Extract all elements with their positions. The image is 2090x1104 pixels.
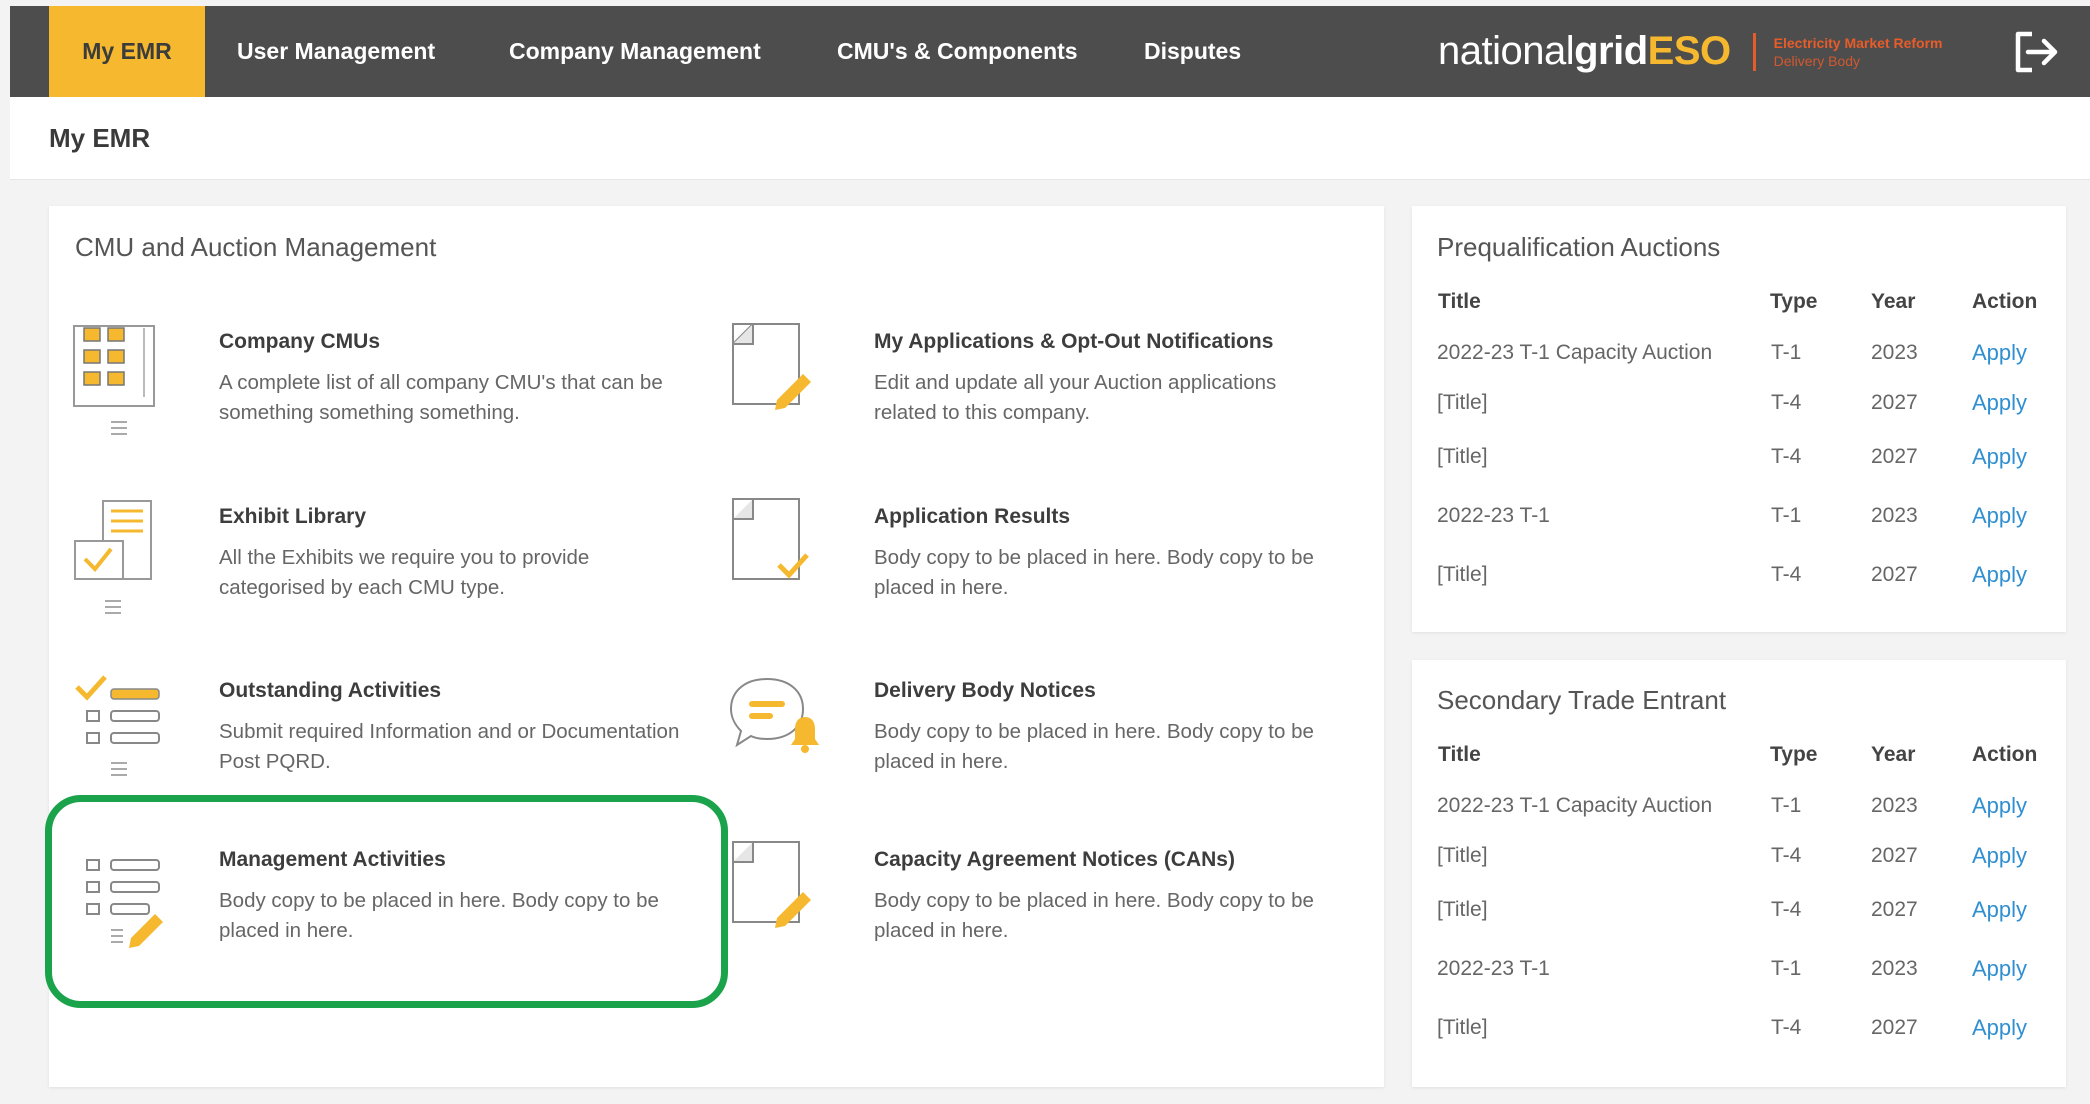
- apply-link[interactable]: Apply: [1972, 444, 2027, 470]
- tile-title: Application Results: [874, 505, 1071, 528]
- cell-year: 2027: [1871, 445, 1918, 468]
- prequal-card-title: Prequalification Auctions: [1437, 232, 1721, 262]
- document-edit-icon: [727, 840, 823, 950]
- top-nav: My EMR User Management Company Managemen…: [10, 6, 2090, 97]
- cell-type: T-1: [1771, 957, 1802, 980]
- cell-type: T-1: [1771, 504, 1802, 527]
- cell-type: T-1: [1771, 794, 1802, 817]
- apply-link[interactable]: Apply: [1972, 897, 2027, 923]
- tile-description: A complete list of all company CMU's tha…: [219, 371, 663, 424]
- cell-type: T-4: [1771, 1016, 1802, 1039]
- tile-title: Management Activities: [219, 848, 446, 871]
- tile-title: My Applications & Opt-Out Notifications: [874, 330, 1274, 353]
- tile-description: Body copy to be placed in here. Body cop…: [219, 889, 659, 942]
- apply-link[interactable]: Apply: [1972, 340, 2027, 366]
- cell-type: T-4: [1771, 445, 1802, 468]
- nav-my-emr[interactable]: My EMR: [49, 6, 205, 97]
- cmu-card-title: CMU and Auction Management: [75, 232, 437, 262]
- tile-description: Body copy to be placed in here. Body cop…: [874, 889, 1314, 942]
- cell-type: T-4: [1771, 563, 1802, 586]
- nav-user-management[interactable]: User Management: [237, 6, 435, 97]
- cell-year: 2023: [1871, 794, 1918, 817]
- column-header-type: Type: [1770, 290, 1818, 313]
- apply-link[interactable]: Apply: [1972, 793, 2027, 819]
- logo-text-national: national: [1438, 29, 1575, 73]
- document-edit-icon: [727, 322, 823, 432]
- notice-chat-icon: [727, 671, 823, 781]
- logo-text-grid: grid: [1574, 29, 1648, 73]
- cell-title: [Title]: [1437, 391, 1488, 414]
- tile-title: Outstanding Activities: [219, 679, 442, 702]
- nav-disputes[interactable]: Disputes: [1144, 6, 1241, 97]
- cell-title: 2022-23 T-1 Capacity Auction: [1437, 794, 1713, 817]
- column-header-year: Year: [1871, 743, 1916, 766]
- apply-link[interactable]: Apply: [1972, 562, 2027, 588]
- cell-title: 2022-23 T-1: [1437, 504, 1550, 527]
- checklist-icon: [71, 671, 167, 781]
- tile-title: Delivery Body Notices: [874, 679, 1096, 702]
- logo-divider: [1752, 32, 1756, 71]
- cell-type: T-4: [1771, 391, 1802, 414]
- cell-title: [Title]: [1437, 563, 1488, 586]
- grid-list-icon: [71, 322, 167, 435]
- document-check-icon: [727, 497, 823, 607]
- cell-type: T-4: [1771, 844, 1802, 867]
- prequalification-auctions-card: [1412, 206, 2066, 632]
- column-header-title: Title: [1438, 290, 1481, 313]
- apply-link[interactable]: Apply: [1972, 503, 2027, 529]
- cell-title: [Title]: [1437, 445, 1488, 468]
- cell-year: 2023: [1871, 341, 1918, 364]
- column-header-action: Action: [1972, 290, 2038, 313]
- logo-subtitle: Electricity Market Reform: [1773, 34, 1943, 51]
- exhibit-library-icon: [71, 497, 167, 614]
- cell-year: 2027: [1871, 563, 1918, 586]
- cell-year: 2023: [1871, 504, 1918, 527]
- tile-description: Edit and update all your Auction applica…: [874, 371, 1277, 424]
- logo-subtitle-2: Delivery Body: [1773, 52, 1861, 69]
- column-header-year: Year: [1871, 290, 1916, 313]
- cell-year: 2027: [1871, 391, 1918, 414]
- secondary-card-title: Secondary Trade Entrant: [1437, 685, 1727, 715]
- cell-year: 2027: [1871, 898, 1918, 921]
- cell-type: T-4: [1771, 898, 1802, 921]
- tile-description: Body copy to be placed in here. Body cop…: [874, 720, 1314, 773]
- cell-year: 2027: [1871, 844, 1918, 867]
- secondary-trade-entrant-card: [1412, 660, 2066, 1087]
- apply-link[interactable]: Apply: [1972, 1015, 2027, 1041]
- apply-link[interactable]: Apply: [1972, 843, 2027, 869]
- logout-icon[interactable]: [2010, 28, 2062, 76]
- page-header: My EMR: [10, 97, 2090, 180]
- cell-title: [Title]: [1437, 844, 1488, 867]
- cell-year: 2027: [1871, 1016, 1918, 1039]
- cell-title: [Title]: [1437, 898, 1488, 921]
- cell-title: [Title]: [1437, 1016, 1488, 1039]
- tile-description: All the Exhibits we require you to provi…: [219, 546, 590, 599]
- apply-link[interactable]: Apply: [1972, 956, 2027, 982]
- tile-title: Capacity Agreement Notices (CANs): [874, 848, 1235, 871]
- tile-title: Exhibit Library: [219, 505, 367, 528]
- column-header-type: Type: [1770, 743, 1818, 766]
- tile-description: Body copy to be placed in here. Body cop…: [874, 546, 1314, 599]
- apply-link[interactable]: Apply: [1972, 390, 2027, 416]
- cell-title: 2022-23 T-1 Capacity Auction: [1437, 341, 1713, 364]
- column-header-title: Title: [1438, 743, 1481, 766]
- page-title: My EMR: [49, 123, 151, 153]
- national-grid-eso-logo: nationalgridESO Electricity Market Refor…: [1438, 6, 1943, 97]
- cell-year: 2023: [1871, 957, 1918, 980]
- logo-text-eso: ESO: [1647, 29, 1731, 73]
- cell-type: T-1: [1771, 341, 1802, 364]
- column-header-action: Action: [1972, 743, 2038, 766]
- tile-title: Company CMUs: [219, 330, 381, 353]
- tile-description: Submit required Information and or Docum…: [219, 720, 680, 773]
- nav-company-management[interactable]: Company Management: [509, 6, 761, 97]
- list-edit-icon: [71, 840, 167, 950]
- cell-title: 2022-23 T-1: [1437, 957, 1550, 980]
- nav-cmus-components[interactable]: CMU's & Components: [837, 6, 1078, 97]
